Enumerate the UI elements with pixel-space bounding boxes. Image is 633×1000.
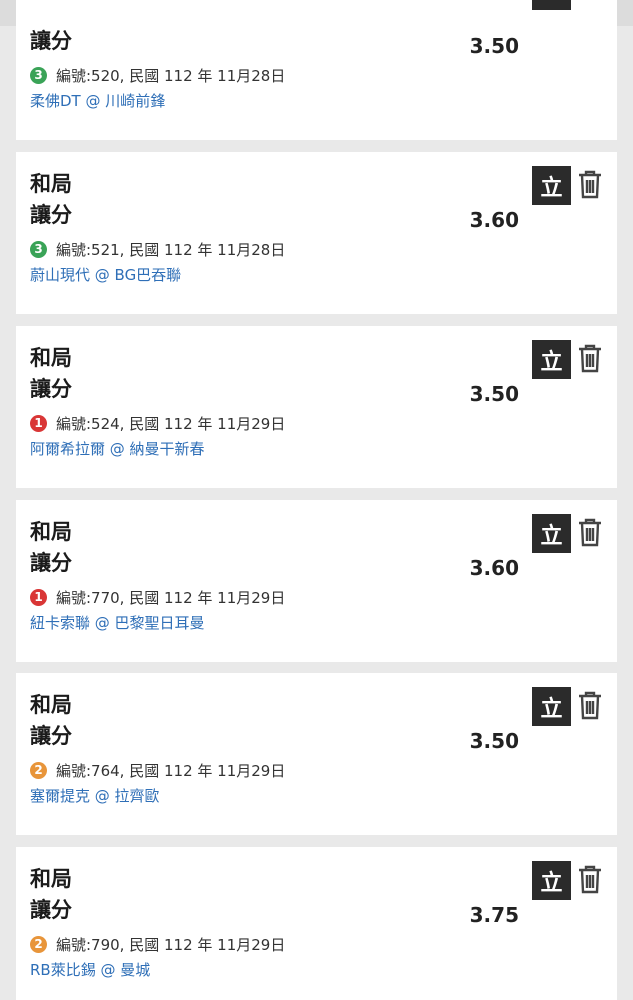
bet-odds: 3.60 xyxy=(469,208,519,232)
match-teams-link[interactable]: 蔚山現代 @ BG巴吞聯 xyxy=(30,264,181,286)
bet-meta-text: 編號:770, 民國 112 年 11月29日 xyxy=(56,588,286,607)
match-teams-link[interactable]: 紐卡索聯 @ 巴黎聖日耳曼 xyxy=(30,612,205,634)
bet-odds: 3.50 xyxy=(469,34,519,58)
match-teams-link[interactable]: 塞爾提克 @ 拉齊歐 xyxy=(30,785,160,807)
bet-card: 和局讓分 3.60 3 編號:521, 民國 112 年 11月28日蔚山現代 @ B… xyxy=(16,152,617,314)
status-badge: 3 xyxy=(30,66,47,84)
bet-market: 讓分 xyxy=(30,29,72,53)
bet-meta-text: 編號:764, 民國 112 年 11月29日 xyxy=(56,761,286,780)
bet-meta: 2 編號:790, 民國 112 年 11月29日 xyxy=(30,933,285,955)
bet-type: 和局 xyxy=(30,520,72,544)
bet-slip-screen: 足球 讓分3.503編號:520, 民國 112 年 11月28日柔佛DT @ … xyxy=(0,0,633,1000)
bet-market: 讓分 xyxy=(30,377,72,401)
match-teams-link[interactable]: 阿爾希拉爾 @ 納曼干新春 xyxy=(30,438,205,460)
confirm-button[interactable]: 立 xyxy=(532,861,571,900)
confirm-button[interactable]: 立 xyxy=(532,166,571,205)
bet-meta: 1 編號:524, 民國 112 年 11月29日 xyxy=(30,412,285,434)
confirm-button[interactable]: 立 xyxy=(532,514,571,553)
bet-meta: 1 編號:770, 民國 112 年 11月29日 xyxy=(30,586,285,608)
bet-card: 和局讓分 3.60 1 編號:770, 民國 112 年 11月29日紐卡索聯 @ 巴… xyxy=(16,500,617,662)
bet-card: 讓分 3.50 3 編號:520, 民國 112 年 11月28日柔佛DT @ 川崎前… xyxy=(16,0,617,140)
bet-meta: 2 編號:764, 民國 112 年 11月29日 xyxy=(30,759,285,781)
status-badge: 2 xyxy=(30,935,47,953)
bet-odds: 3.50 xyxy=(469,382,519,406)
bet-type: 和局 xyxy=(30,172,72,196)
bet-list: 讓分 3.50 3 編號:520, 民國 112 年 11月28日柔佛DT @ 川崎前… xyxy=(0,0,633,1000)
bet-odds: 3.50 xyxy=(469,729,519,753)
bet-odds: 3.75 xyxy=(469,903,519,927)
bet-card: 和局讓分 3.75 2 編號:790, 民國 112 年 11月29日 RB萊比錫 @ … xyxy=(16,847,617,1000)
status-badge: 1 xyxy=(30,588,47,606)
bet-meta: 3 編號:520, 民國 112 年 11月28日 xyxy=(30,64,285,86)
match-teams-link[interactable]: 柔佛DT @ 川崎前鋒 xyxy=(30,90,165,112)
bet-type: 和局 xyxy=(30,346,72,370)
bet-meta-text: 編號:790, 民國 112 年 11月29日 xyxy=(56,935,286,954)
trash-icon[interactable] xyxy=(577,343,603,373)
bet-meta-text: 編號:520, 民國 112 年 11月28日 xyxy=(56,66,286,85)
bet-type: 和局 xyxy=(30,693,72,717)
trash-icon[interactable] xyxy=(577,690,603,720)
status-badge: 1 xyxy=(30,414,47,432)
bet-card: 和局讓分 3.50 1 編號:524, 民國 112 年 11月29日阿爾希拉爾 @ … xyxy=(16,326,617,488)
confirm-button[interactable]: 立 xyxy=(532,340,571,379)
match-teams-link[interactable]: RB萊比錫 @ 曼城 xyxy=(30,959,150,981)
bet-market: 讓分 xyxy=(30,724,72,748)
confirm-button-partial[interactable] xyxy=(532,0,571,10)
bet-meta-text: 編號:524, 民國 112 年 11月29日 xyxy=(56,414,286,433)
bet-odds: 3.60 xyxy=(469,556,519,580)
bet-card: 和局讓分 3.50 2 編號:764, 民國 112 年 11月29日塞爾提克 @ 拉… xyxy=(16,673,617,835)
status-badge: 3 xyxy=(30,240,47,258)
bet-market: 讓分 xyxy=(30,551,72,575)
bet-market: 讓分 xyxy=(30,203,72,227)
bet-type: 和局 xyxy=(30,867,72,891)
confirm-button[interactable]: 立 xyxy=(532,687,571,726)
bet-meta: 3 編號:521, 民國 112 年 11月28日 xyxy=(30,238,285,260)
trash-icon[interactable] xyxy=(577,169,603,199)
status-badge: 2 xyxy=(30,761,47,779)
bet-meta-text: 編號:521, 民國 112 年 11月28日 xyxy=(56,240,286,259)
bet-market: 讓分 xyxy=(30,898,72,922)
trash-icon[interactable] xyxy=(577,517,603,547)
trash-icon[interactable] xyxy=(577,864,603,894)
